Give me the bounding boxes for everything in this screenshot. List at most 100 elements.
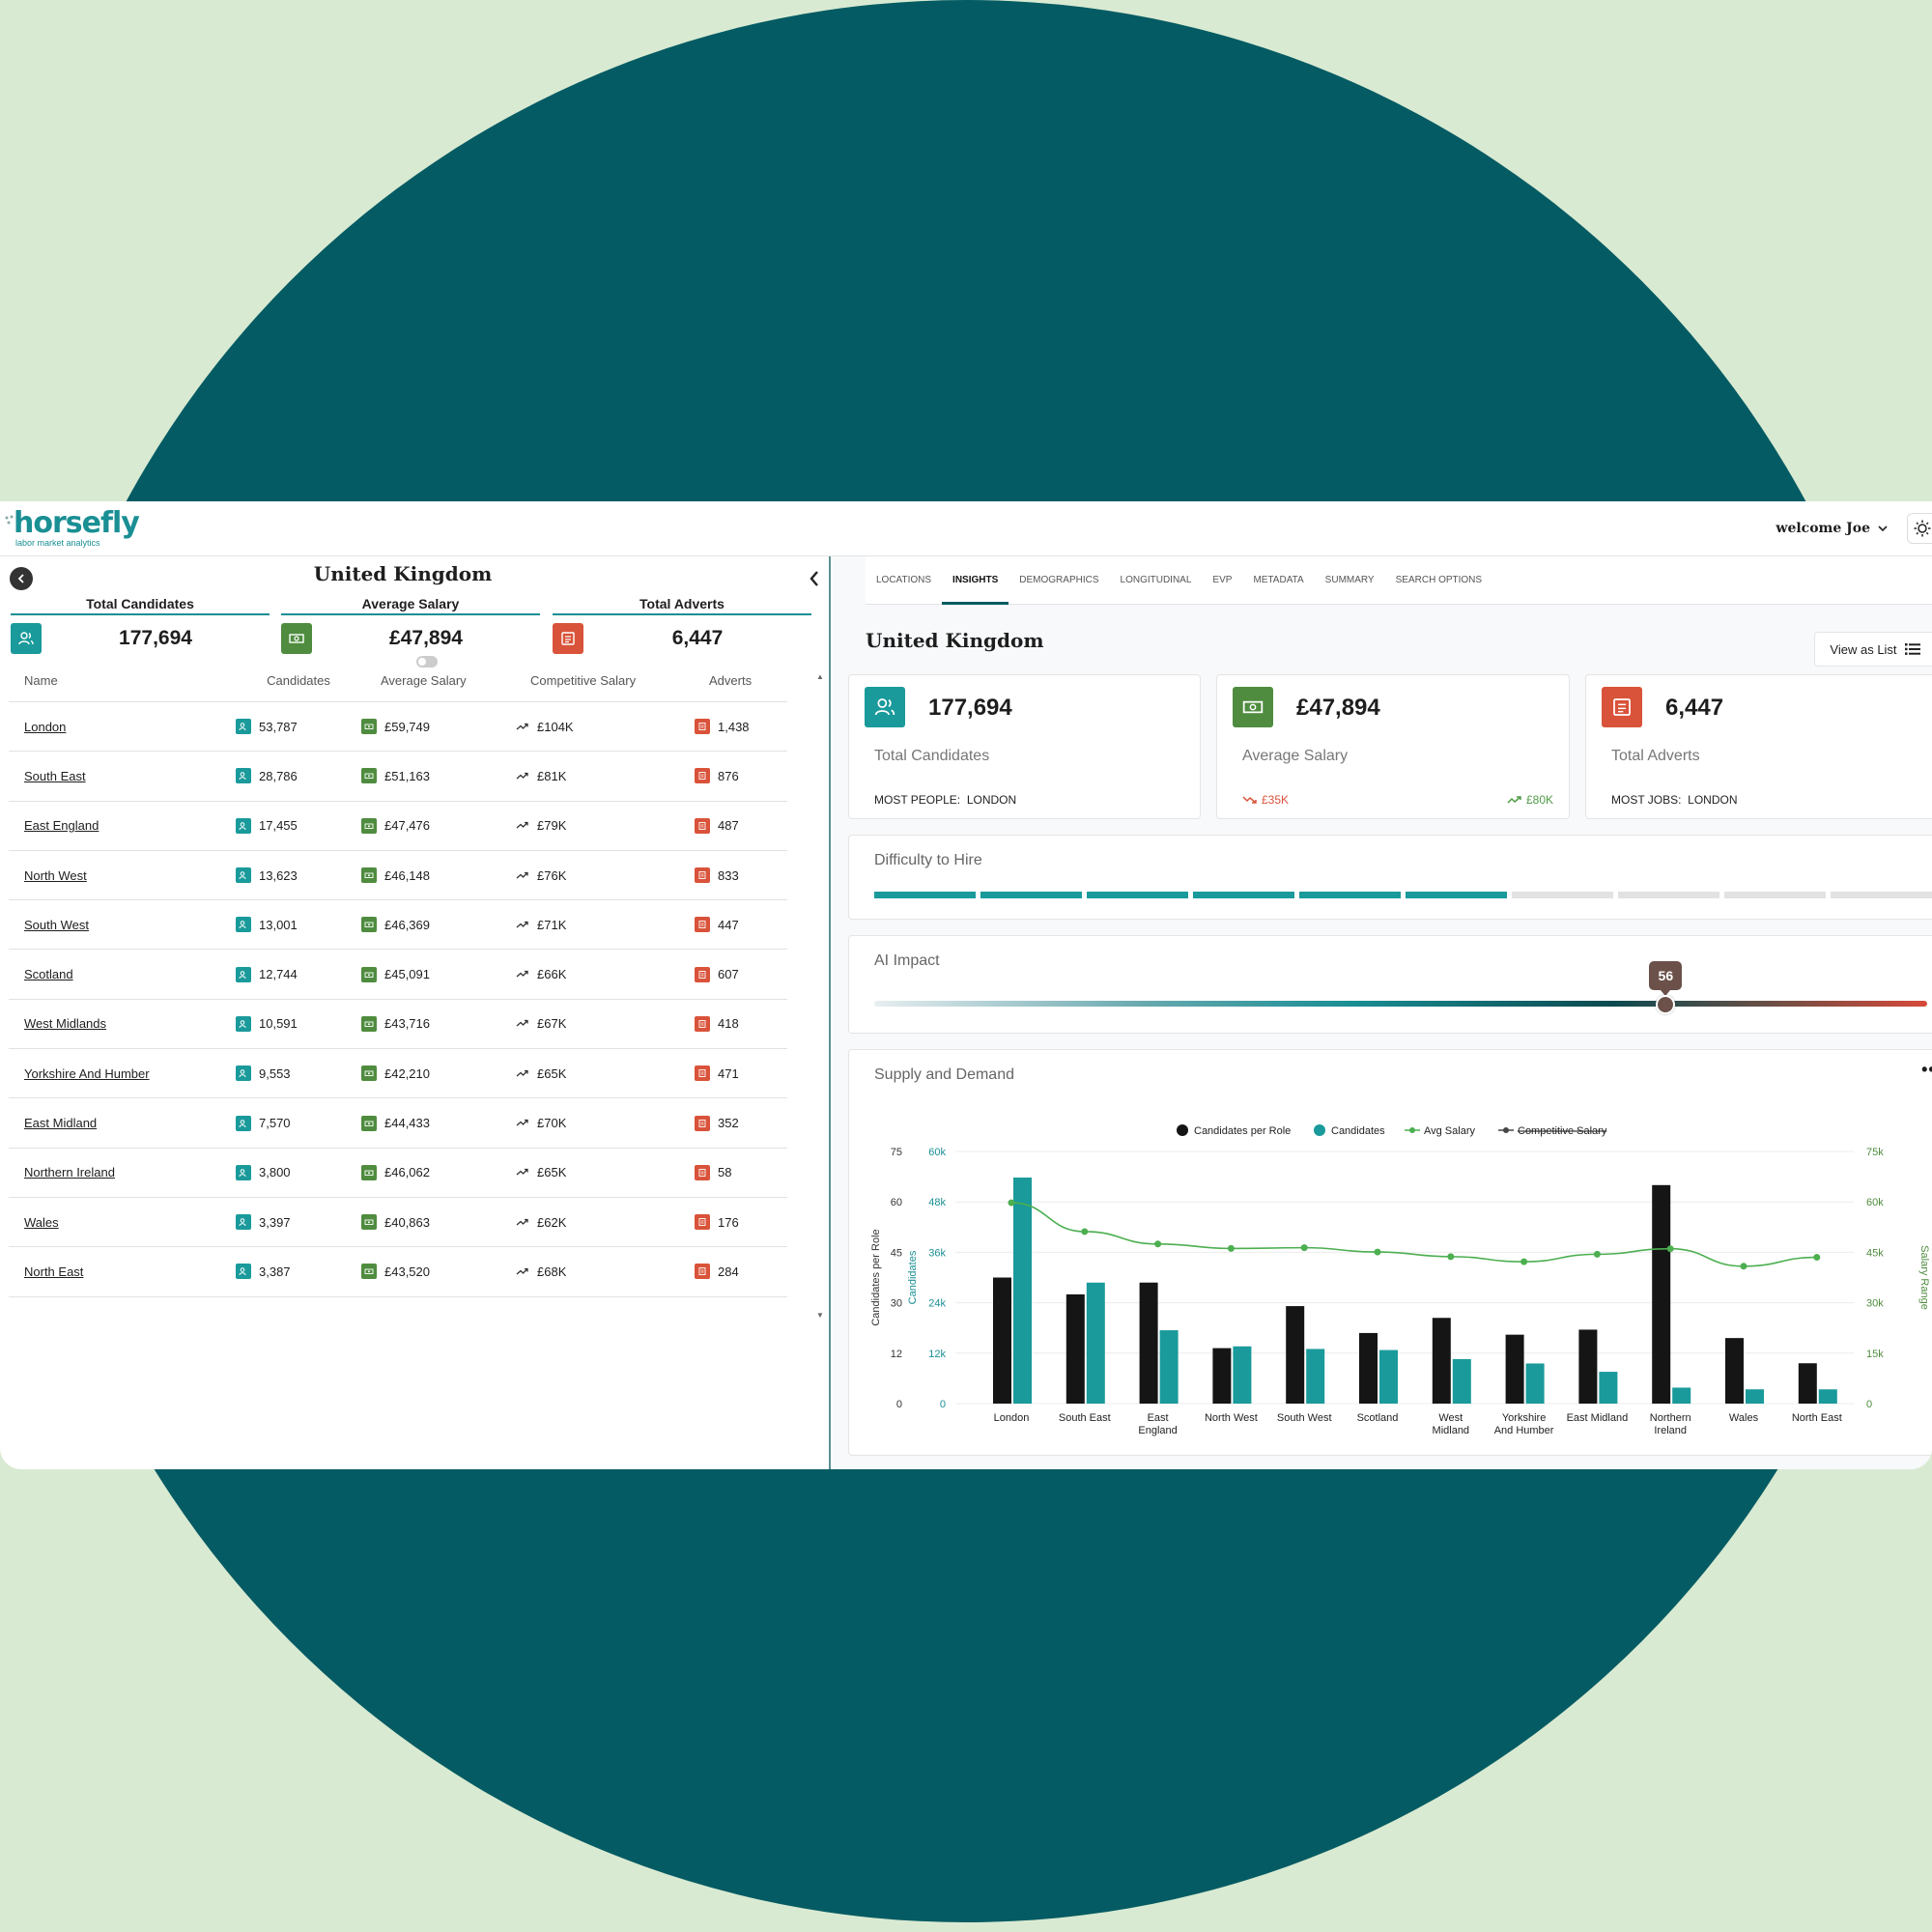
row-name-cell[interactable]: North East	[9, 1264, 236, 1279]
candidates-value: 13,001	[259, 917, 298, 932]
theme-toggle-button[interactable]	[1907, 513, 1932, 544]
row-name-cell[interactable]: South East	[9, 769, 236, 783]
region-link[interactable]: Scotland	[24, 967, 73, 981]
region-link[interactable]: Wales	[24, 1215, 59, 1230]
header-adverts[interactable]: Adverts	[695, 673, 787, 688]
trend-up-icon	[516, 818, 529, 833]
trend-up-icon	[516, 1165, 529, 1179]
region-link[interactable]: South West	[24, 918, 89, 932]
row-name-cell[interactable]: Yorkshire And Humber	[9, 1066, 236, 1081]
y2-tick-label: 0	[940, 1399, 946, 1410]
table-row[interactable]: South West 13,001 £46,369 £71K 447	[9, 900, 787, 951]
tab-demographics[interactable]: DEMOGRAPHICS	[1009, 556, 1109, 605]
row-adverts-cell: 1,438	[695, 719, 787, 735]
tab-locations[interactable]: LOCATIONS	[866, 556, 942, 605]
table-row[interactable]: Scotland 12,744 £45,091 £66K 607	[9, 950, 787, 1000]
kpi-label: Average Salary	[281, 596, 540, 615]
user-menu[interactable]: welcome Joe	[1776, 521, 1888, 536]
header-candidates[interactable]: Candidates	[236, 673, 361, 688]
supply-demand-chart: 0 0 0 12 12k 15k 30 24k 30k 45 36k 45k 60 48k 60k 75 60k…	[870, 1124, 1930, 1436]
trend-up-icon	[516, 720, 529, 734]
row-competitive-salary-cell: £81K	[516, 769, 695, 783]
row-name-cell[interactable]: London	[9, 720, 236, 734]
average-salary-value: £59,749	[384, 719, 430, 734]
money-icon	[1233, 687, 1273, 727]
card-ai-impact: AI Impact 56	[848, 935, 1932, 1034]
region-link[interactable]: Yorkshire And Humber	[24, 1066, 150, 1081]
row-name-cell[interactable]: South West	[9, 918, 236, 932]
y2-tick-label: 48k	[928, 1197, 946, 1208]
region-link[interactable]: Northern Ireland	[24, 1165, 115, 1179]
table-row[interactable]: Yorkshire And Humber 9,553 £42,210 £65K 471	[9, 1049, 787, 1099]
kpi-label: Total Candidates	[11, 596, 270, 615]
legend-label: Candidates per Role	[1194, 1125, 1291, 1137]
row-candidates-cell: 7,570	[236, 1115, 361, 1131]
table-row[interactable]: London 53,787 £59,749 £104K 1,438	[9, 702, 787, 753]
top-bar: horsefly labor market analytics welcome …	[0, 501, 1932, 556]
region-link[interactable]: South East	[24, 769, 86, 783]
region-link[interactable]: East Midland	[24, 1116, 97, 1130]
row-name-cell[interactable]: North West	[9, 868, 236, 883]
newspaper-icon	[695, 1214, 710, 1231]
scroll-down-icon[interactable]: ▼	[816, 1311, 824, 1320]
money-icon	[361, 1214, 377, 1231]
most-jobs-value: LONDON	[1688, 793, 1738, 807]
region-link[interactable]: North West	[24, 868, 87, 883]
sun-icon	[1914, 520, 1931, 537]
row-adverts-cell: 418	[695, 1015, 787, 1032]
table-row[interactable]: Wales 3,397 £40,863 £62K 176	[9, 1198, 787, 1248]
competitive-salary-value: £81K	[537, 768, 567, 783]
table-row[interactable]: West Midlands 10,591 £43,716 £67K 418	[9, 1000, 787, 1050]
bar-candidates	[1818, 1389, 1837, 1404]
region-link[interactable]: North East	[24, 1264, 83, 1279]
kpi-value: 177,694	[119, 627, 192, 649]
row-average-salary-cell: £46,148	[361, 867, 516, 884]
x-tick-label: East Midland	[1567, 1412, 1629, 1424]
row-name-cell[interactable]: Wales	[9, 1215, 236, 1230]
tab-evp[interactable]: EVP	[1202, 556, 1242, 605]
newspaper-icon	[553, 623, 583, 654]
logo[interactable]: horsefly labor market analytics	[5, 509, 140, 548]
table-row[interactable]: South East 28,786 £51,163 £81K 876	[9, 752, 787, 802]
table-row[interactable]: East Midland 7,570 £44,433 £70K 352	[9, 1098, 787, 1149]
region-link[interactable]: East England	[24, 818, 99, 833]
region-link[interactable]: West Midlands	[24, 1016, 106, 1031]
header-name[interactable]: Name	[9, 673, 236, 688]
people-icon	[236, 917, 251, 933]
header-competitive-salary[interactable]: Competitive Salary	[516, 673, 695, 688]
legend-marker	[1177, 1124, 1188, 1136]
y-tick-label: 0	[896, 1399, 902, 1410]
tab-summary[interactable]: SUMMARY	[1315, 556, 1385, 605]
collapse-panel-button[interactable]	[808, 570, 821, 592]
people-icon	[236, 1065, 251, 1082]
ai-impact-slider-thumb[interactable]	[1656, 995, 1676, 1014]
region-link[interactable]: London	[24, 720, 66, 734]
row-name-cell[interactable]: East Midland	[9, 1116, 236, 1130]
difficulty-segment	[1406, 892, 1507, 898]
competitive-salary-value: £66K	[537, 967, 567, 982]
bar-candidates-per-role	[1725, 1338, 1744, 1404]
average-salary-value: £47,476	[384, 818, 430, 834]
table-row[interactable]: East England 17,455 £47,476 £79K 487	[9, 802, 787, 851]
tab-insights[interactable]: INSIGHTS	[942, 556, 1009, 605]
tab-metadata[interactable]: METADATA	[1242, 556, 1314, 605]
row-competitive-salary-cell: £71K	[516, 918, 695, 932]
card-value: £47,894	[1296, 695, 1380, 721]
ai-impact-slider-track[interactable]	[874, 1001, 1927, 1007]
table-row[interactable]: North East 3,387 £43,520 £68K 284	[9, 1247, 787, 1297]
row-name-cell[interactable]: Scotland	[9, 967, 236, 981]
table-row[interactable]: North West 13,623 £46,148 £76K 833	[9, 851, 787, 901]
row-name-cell[interactable]: West Midlands	[9, 1016, 236, 1031]
scroll-up-icon[interactable]: ▲	[816, 672, 824, 681]
row-candidates-cell: 28,786	[236, 768, 361, 784]
table-scrollbar[interactable]: ▲ ▼	[814, 672, 826, 1320]
row-name-cell[interactable]: East England	[9, 818, 236, 833]
tab-longitudinal[interactable]: LONGITUDINAL	[1110, 556, 1203, 605]
table-row[interactable]: Northern Ireland 3,800 £46,062 £65K 58	[9, 1149, 787, 1198]
row-name-cell[interactable]: Northern Ireland	[9, 1165, 236, 1179]
row-average-salary-cell: £46,062	[361, 1164, 516, 1180]
view-as-list-button[interactable]: View as List	[1814, 632, 1932, 667]
tab-search-options[interactable]: SEARCH OPTIONS	[1385, 556, 1492, 605]
header-average-salary[interactable]: Average Salary	[361, 673, 516, 688]
newspaper-icon	[695, 966, 710, 982]
